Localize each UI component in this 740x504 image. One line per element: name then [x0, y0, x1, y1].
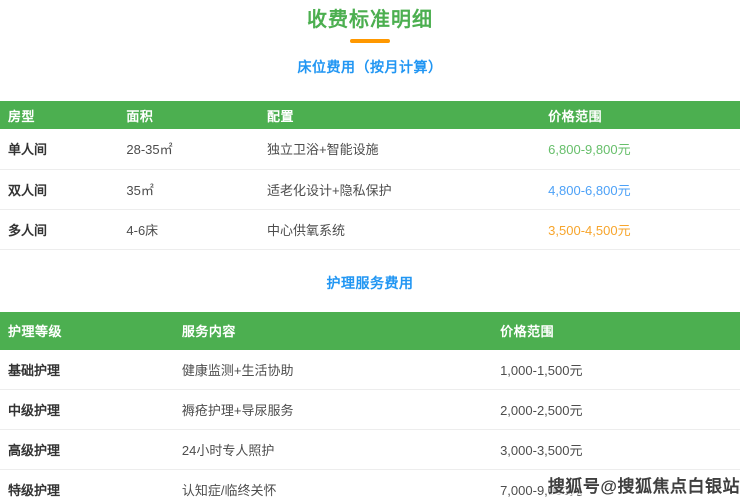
column-header-price-range: 价格范围: [492, 312, 740, 350]
sohu-watermark: 搜狐号@搜狐焦点白银站: [548, 472, 740, 497]
service-cell: 认知症/临终关怀: [174, 470, 492, 504]
bed-fee-table: 房型 面积 配置 价格范围 单人间 28-35㎡ 独立卫浴+智能设施 6,800…: [0, 101, 740, 250]
room-type-cell: 多人间: [0, 209, 118, 249]
header-row: 护理等级 服务内容 价格范围: [0, 312, 740, 350]
care-level-cell: 高级护理: [0, 430, 174, 470]
area-cell: 28-35㎡: [118, 129, 259, 169]
bed-table-row: 双人间 35㎡ 适老化设计+隐私保护 4,800-6,800元: [0, 169, 740, 209]
care-table-row: 高级护理 24小时专人照护 3,000-3,500元: [0, 430, 740, 470]
bed-table-row: 单人间 28-35㎡ 独立卫浴+智能设施 6,800-9,800元: [0, 129, 740, 169]
price-cell: 2,000-2,500元: [492, 390, 740, 430]
service-cell: 褥疮护理+导尿服务: [174, 390, 492, 430]
care-fee-section-title: 护理服务费用: [0, 274, 740, 292]
care-level-cell: 中级护理: [0, 390, 174, 430]
title-divider-accent: [350, 39, 390, 43]
service-cell: 24小时专人照护: [174, 430, 492, 470]
fee-standard-page: 收费标准明细 床位费用（按月计算） 房型 面积 配置 价格范围 单人间 28-3…: [0, 0, 740, 504]
column-header-area: 面积: [118, 101, 259, 129]
room-type-cell: 双人间: [0, 169, 118, 209]
care-table-row: 基础护理 健康监测+生活协助 1,000-1,500元: [0, 350, 740, 390]
bed-table-row: 多人间 4-6床 中心供氧系统 3,500-4,500元: [0, 209, 740, 249]
page-title: 收费标准明细: [0, 8, 740, 32]
config-cell: 适老化设计+隐私保护: [259, 169, 540, 209]
header-row: 房型 面积 配置 价格范围: [0, 101, 740, 129]
care-level-cell: 基础护理: [0, 350, 174, 390]
area-cell: 4-6床: [118, 209, 259, 249]
column-header-service-content: 服务内容: [174, 312, 492, 350]
price-cell: 6,800-9,800元: [540, 129, 740, 169]
service-cell: 健康监测+生活协助: [174, 350, 492, 390]
config-cell: 中心供氧系统: [259, 209, 540, 249]
care-fee-table-header: 护理等级 服务内容 价格范围: [0, 312, 740, 350]
bed-fee-table-header: 房型 面积 配置 价格范围: [0, 101, 740, 129]
room-type-cell: 单人间: [0, 129, 118, 169]
column-header-price-range: 价格范围: [540, 101, 740, 129]
area-cell: 35㎡: [118, 169, 259, 209]
column-header-care-level: 护理等级: [0, 312, 174, 350]
price-cell: 4,800-6,800元: [540, 169, 740, 209]
config-cell: 独立卫浴+智能设施: [259, 129, 540, 169]
bed-fee-section-title: 床位费用（按月计算）: [0, 58, 740, 76]
price-cell: 3,000-3,500元: [492, 430, 740, 470]
column-header-config: 配置: [259, 101, 540, 129]
care-table-row: 中级护理 褥疮护理+导尿服务 2,000-2,500元: [0, 390, 740, 430]
price-cell: 1,000-1,500元: [492, 350, 740, 390]
price-cell: 3,500-4,500元: [540, 209, 740, 249]
care-level-cell: 特级护理: [0, 470, 174, 504]
column-header-room-type: 房型: [0, 101, 118, 129]
